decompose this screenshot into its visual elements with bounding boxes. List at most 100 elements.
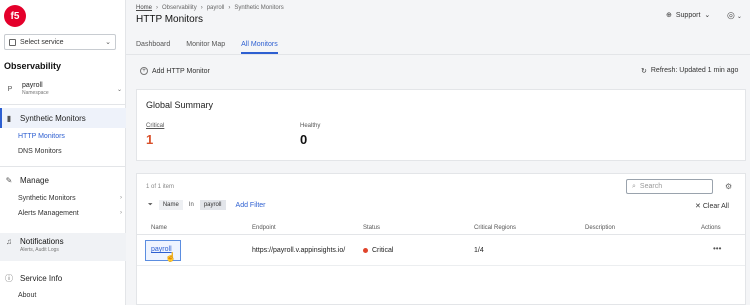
critical-label[interactable]: Critical xyxy=(146,123,164,129)
sidebar-item-dns-monitors[interactable]: DNS Monitors xyxy=(18,148,122,155)
table-header: Name Endpoint Status Critical Regions De… xyxy=(137,221,745,235)
bell-icon: ♫ xyxy=(6,237,12,246)
sidebar: f5 Select service ⌄ Observability P payr… xyxy=(0,0,126,305)
info-icon: ⓘ xyxy=(5,273,13,283)
sidebar-section-manage[interactable]: ✎ Manage xyxy=(0,170,126,190)
column-header[interactable]: Status xyxy=(363,225,380,231)
filter-value[interactable]: payroll xyxy=(199,200,226,210)
wrench-icon: ✎ xyxy=(5,175,13,185)
healthy-count: 0 xyxy=(300,132,308,147)
critical-count: 1 xyxy=(146,132,154,147)
refresh-button[interactable]: ↻ Refresh: Updated 1 min ago xyxy=(641,67,738,75)
filter-field[interactable]: Name xyxy=(158,200,183,210)
add-filter-button[interactable]: Add Filter xyxy=(236,202,266,209)
column-header[interactable]: Description xyxy=(585,225,615,231)
sidebar-item-label: About xyxy=(18,292,37,299)
f5-logo[interactable]: f5 xyxy=(4,5,26,27)
hand-cursor-icon: ☝ xyxy=(165,252,177,262)
user-icon: ◎ xyxy=(727,10,735,20)
chart-icon: ▮ xyxy=(6,113,12,123)
sidebar-item-label: Notifications xyxy=(20,237,64,246)
search-placeholder: Search xyxy=(639,183,663,190)
sidebar-item-label: DNS Monitors xyxy=(18,148,62,155)
clear-all-button[interactable]: ✕ Clear All xyxy=(695,202,729,210)
summary-title: Global Summary xyxy=(146,100,214,110)
tab-dashboard[interactable]: Dashboard xyxy=(136,41,170,54)
section-title: Observability xyxy=(4,61,62,71)
chevron-down-icon: ⌄ xyxy=(704,12,711,19)
chevron-right-icon: › xyxy=(120,210,122,216)
support-menu[interactable]: ⊕ Support ⌄ xyxy=(666,11,711,20)
chevron-right-icon: › xyxy=(120,195,122,201)
sidebar-item-label: Manage xyxy=(20,175,49,185)
breadcrumb-home[interactable]: Home xyxy=(136,5,152,11)
tab-bar: Dashboard Monitor Map All Monitors xyxy=(136,41,294,54)
clear-all-label: Clear All xyxy=(702,203,729,210)
sidebar-item-http-monitors[interactable]: HTTP Monitors xyxy=(18,133,122,140)
grid-icon xyxy=(9,38,16,46)
namespace-avatar: P xyxy=(7,85,13,93)
chevron-down-icon: ⌄ xyxy=(116,86,122,93)
plus-icon: + xyxy=(140,67,148,75)
globe-icon: ⊕ xyxy=(666,12,672,19)
breadcrumb-item[interactable]: Observability xyxy=(162,5,197,11)
divider xyxy=(0,166,126,167)
endpoint-cell: https://payroll.v.appinsights.io/ xyxy=(252,247,346,254)
service-select[interactable]: Select service ⌄ xyxy=(4,34,116,50)
sidebar-section-service-info[interactable]: ⓘ Service Info xyxy=(0,268,126,288)
tab-monitor-map[interactable]: Monitor Map xyxy=(186,41,225,54)
divider xyxy=(126,54,750,55)
sidebar-item-notifications[interactable]: ♫ Notifications Alerts, Audit Logs xyxy=(0,233,126,261)
service-select-label: Select service xyxy=(20,38,64,46)
breadcrumb-item: Synthetic Monitors xyxy=(234,5,284,11)
monitors-table-card: 1 of 1 item ⌕ Search ⚙ ⏷ Name In payroll… xyxy=(136,173,746,305)
add-label: Add HTTP Monitor xyxy=(152,67,210,75)
add-http-monitor-button[interactable]: + Add HTTP Monitor xyxy=(140,67,210,75)
status-dot-icon xyxy=(363,247,368,253)
breadcrumb: Home › Observability › payroll › Synthet… xyxy=(136,5,284,11)
refresh-label: Refresh: Updated 1 min ago xyxy=(650,67,739,74)
user-menu[interactable]: ◎ ⌄ xyxy=(727,10,742,21)
notifications-sub: Alerts, Audit Logs xyxy=(20,247,59,253)
search-input[interactable]: ⌕ Search xyxy=(626,179,713,194)
sidebar-item-alerts-management[interactable]: Alerts Management › xyxy=(18,210,122,217)
sidebar-item-synthetic-monitors[interactable]: ▮ Synthetic Monitors xyxy=(0,108,126,128)
search-icon: ⌕ xyxy=(632,182,636,190)
sidebar-item-label: HTTP Monitors xyxy=(18,133,65,140)
healthy-label: Healthy xyxy=(300,123,321,129)
column-header[interactable]: Endpoint xyxy=(252,225,276,231)
filter-operator: In xyxy=(188,202,194,208)
refresh-icon: ↻ xyxy=(641,68,647,75)
status-label: Critical xyxy=(372,247,394,254)
breadcrumb-separator: › xyxy=(228,5,231,11)
item-count: 1 of 1 item xyxy=(146,184,175,190)
support-label: Support xyxy=(675,11,701,19)
divider xyxy=(0,104,126,105)
sidebar-item-label: Synthetic Monitors xyxy=(20,113,86,123)
filter-icon[interactable]: ⏷ xyxy=(148,202,153,209)
page-title: HTTP Monitors xyxy=(136,14,204,25)
breadcrumb-item[interactable]: payroll xyxy=(207,5,225,11)
table-row[interactable]: payroll ☝ https://payroll.v.appinsights.… xyxy=(137,236,745,266)
column-header[interactable]: Critical Regions xyxy=(474,225,516,231)
critical-regions-cell: 1/4 xyxy=(474,247,484,254)
breadcrumb-separator: › xyxy=(200,5,203,11)
chevron-down-icon: ⌄ xyxy=(736,14,742,20)
sidebar-item-label: Alerts Management xyxy=(18,210,79,217)
breadcrumb-separator: › xyxy=(156,5,159,11)
global-summary-card: Global Summary Critical 1 Healthy 0 xyxy=(136,89,746,161)
sidebar-item-label: Service Info xyxy=(20,273,63,283)
namespace-name: payroll xyxy=(22,82,43,89)
gear-icon[interactable]: ⚙ xyxy=(725,182,732,191)
status-cell: Critical xyxy=(363,247,393,254)
sidebar-item-manage-synthetic[interactable]: Synthetic Monitors › xyxy=(18,195,122,202)
tab-all-monitors[interactable]: All Monitors xyxy=(241,41,278,54)
sidebar-item-about[interactable]: About xyxy=(18,292,122,299)
column-header[interactable]: Name xyxy=(151,225,167,231)
close-icon: ✕ xyxy=(695,203,701,210)
namespace-selector[interactable]: P payroll Namespace ⌄ xyxy=(4,79,122,99)
namespace-label: Namespace xyxy=(22,90,49,96)
column-header: Actions xyxy=(701,225,721,231)
sidebar-item-label: Synthetic Monitors xyxy=(18,195,76,202)
more-actions-icon[interactable]: ••• xyxy=(713,244,721,253)
